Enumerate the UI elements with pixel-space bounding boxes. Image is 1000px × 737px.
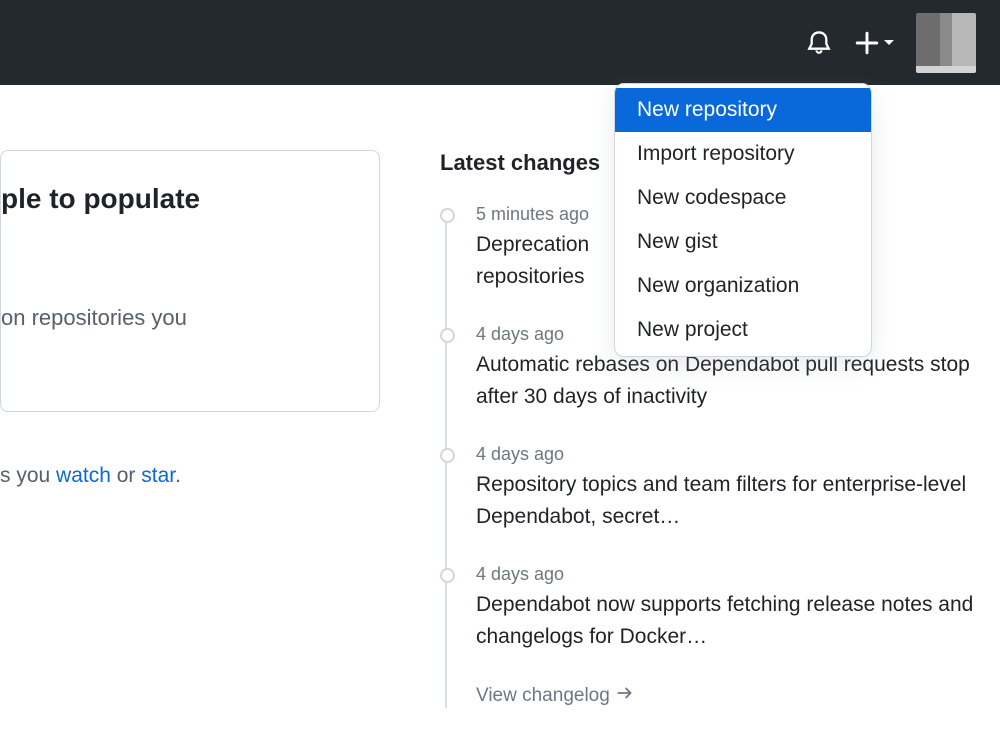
feed-panel: ple to populate on repositories you s yo… bbox=[0, 150, 380, 708]
dropdown-item-new-gist[interactable]: New gist bbox=[615, 220, 871, 264]
feed-empty-card: ple to populate on repositories you bbox=[0, 150, 380, 412]
hint-period: . bbox=[175, 464, 181, 487]
dropdown-item-new-repository[interactable]: New repository bbox=[615, 88, 871, 132]
dropdown-item-new-project[interactable]: New project bbox=[615, 308, 871, 352]
hint-or: or bbox=[111, 464, 141, 487]
bell-icon[interactable] bbox=[806, 30, 832, 56]
changelog-item-time: 4 days ago bbox=[476, 444, 1000, 469]
feed-card-subtitle: on repositories you bbox=[1, 215, 379, 331]
hint-prefix: s you bbox=[0, 464, 56, 487]
changelog-item[interactable]: 4 days ago Dependabot now supports fetch… bbox=[476, 564, 1000, 684]
changelog-item-time: 4 days ago bbox=[476, 564, 1000, 589]
arrow-right-icon bbox=[616, 684, 634, 708]
changelog-item[interactable]: 4 days ago Repository topics and team fi… bbox=[476, 444, 1000, 564]
avatar[interactable] bbox=[916, 13, 976, 73]
watch-link[interactable]: watch bbox=[56, 464, 111, 487]
dropdown-item-new-organization[interactable]: New organization bbox=[615, 264, 871, 308]
changelog-item-title: Repository topics and team filters for e… bbox=[476, 469, 996, 532]
changelog-item-title: Automatic rebases on Dependabot pull req… bbox=[476, 349, 996, 412]
dropdown-item-new-codespace[interactable]: New codespace bbox=[615, 176, 871, 220]
top-navbar bbox=[0, 0, 1000, 85]
create-dropdown: New repository Import repository New cod… bbox=[614, 83, 872, 357]
view-changelog-link[interactable]: View changelog bbox=[476, 684, 634, 708]
create-menu-button[interactable] bbox=[854, 30, 894, 56]
feed-card-title: ple to populate bbox=[1, 183, 379, 215]
dropdown-item-import-repository[interactable]: Import repository bbox=[615, 132, 871, 176]
view-changelog-row: View changelog bbox=[476, 684, 1000, 708]
star-link[interactable]: star bbox=[141, 464, 175, 487]
plus-icon bbox=[854, 30, 880, 56]
changelog-item-title: Dependabot now supports fetching release… bbox=[476, 589, 996, 652]
view-changelog-label: View changelog bbox=[476, 685, 610, 707]
feed-hint-text: s you watch or star. bbox=[0, 464, 380, 488]
chevron-down-icon bbox=[884, 40, 894, 45]
